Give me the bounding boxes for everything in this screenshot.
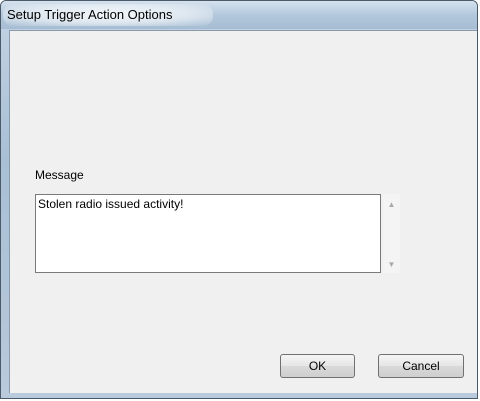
message-textarea[interactable]: Stolen radio issued activity! xyxy=(35,194,381,273)
title-bar[interactable]: Setup Trigger Action Options xyxy=(1,1,477,29)
message-text: Stolen radio issued activity! xyxy=(38,197,184,211)
window-title: Setup Trigger Action Options xyxy=(7,7,173,22)
dialog-client-area: Message Stolen radio issued activity! ▲ … xyxy=(9,30,477,393)
ok-button[interactable]: OK xyxy=(280,354,355,378)
scroll-up-icon[interactable]: ▲ xyxy=(383,196,400,213)
cancel-button[interactable]: Cancel xyxy=(378,354,464,378)
dialog-window: Setup Trigger Action Options Message Sto… xyxy=(0,0,478,399)
message-scrollbar[interactable]: ▲ ▼ xyxy=(383,194,400,273)
message-label: Message xyxy=(35,168,84,182)
scroll-down-icon[interactable]: ▼ xyxy=(383,256,400,273)
